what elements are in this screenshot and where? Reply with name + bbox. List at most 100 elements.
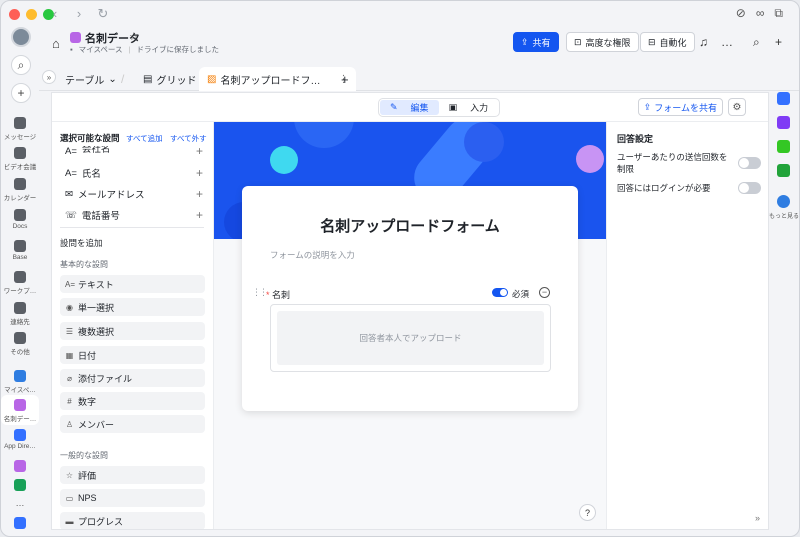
robot-icon: ⊟ — [648, 36, 656, 47]
app-icon — [14, 517, 26, 529]
share-form-button[interactable]: ⇪ フォームを共有 — [637, 98, 723, 116]
more-apps-icon[interactable] — [777, 195, 790, 208]
search-icon[interactable]: ⌕ — [753, 35, 760, 50]
sidebar-item-app-directory[interactable]: App Dire… — [1, 429, 39, 450]
plus-icon[interactable]: + — [196, 146, 203, 156]
refresh-icon[interactable]: ↻ — [95, 6, 111, 22]
add-text-question[interactable]: A= テキスト — [60, 275, 205, 293]
search-button[interactable]: ⌕ — [11, 55, 31, 75]
limit-submissions-switch[interactable] — [738, 157, 761, 169]
sidebar-item-pinned-3[interactable] — [1, 517, 39, 531]
sidebar-item-myspace[interactable]: マイスペ… — [1, 370, 39, 394]
divider — [60, 227, 204, 228]
divider: / — [121, 72, 125, 86]
main-area: ⌂ 名刺データ ☆ ▪ マイスペース | ドライブに保存しました ⇪ 共有 ⊡ 高度… — [39, 23, 799, 536]
view-tabs: テーブル ⌄ / ▤ グリッド ▨ 名刺アップロードフ… ⋮ + — [39, 67, 799, 91]
mode-switch: ✎ 編集 ▣ 入力 — [378, 98, 501, 117]
add-nps-question[interactable]: ▭ NPS — [60, 489, 205, 507]
sheets-app-icon[interactable] — [777, 164, 790, 177]
sidebar-item-base[interactable]: Base — [1, 240, 39, 261]
close-window-button[interactable] — [9, 9, 20, 20]
plus-icon[interactable]: + — [196, 166, 203, 180]
question-label[interactable]: * 名刺 — [266, 288, 290, 301]
more-options-icon[interactable]: … — [721, 35, 733, 49]
plus-icon[interactable]: + — [196, 208, 203, 222]
remove-question-icon[interactable]: − — [539, 287, 550, 298]
add-multi-select-question[interactable]: ☰ 複数選択 — [60, 322, 205, 340]
docs-app-icon[interactable] — [777, 140, 790, 153]
response-settings-panel: 回答設定 ユーザーあたりの送信回数を制限 回答にはログインが必要 » — [606, 122, 768, 529]
add-attachment-question[interactable]: ⌀ 添付ファイル — [60, 369, 205, 387]
sidebar-item-contacts[interactable]: 連絡先 — [1, 302, 39, 326]
back-icon[interactable]: ‹ — [47, 6, 63, 22]
home-icon[interactable]: ⌂ — [52, 36, 60, 51]
calendar-icon — [14, 178, 26, 190]
upload-field[interactable]: 回答者本人でアップロード — [270, 304, 551, 372]
add-all-link[interactable]: すべて追加 — [126, 133, 163, 144]
available-questions-title: 選択可能な設問 — [60, 133, 120, 143]
minimize-window-button[interactable] — [26, 9, 37, 20]
edit-mode-button[interactable]: ✎ 編集 — [380, 100, 439, 115]
form-icon: ▨ — [207, 73, 217, 85]
collapse-panel-icon[interactable]: » — [755, 513, 760, 523]
open-external-icon[interactable]: ⧉ — [774, 6, 783, 21]
sidebar-more-dots[interactable]: … — [1, 498, 39, 508]
field-email[interactable]: ✉ メールアドレス + — [65, 187, 203, 201]
add-number-question[interactable]: # 数字 — [60, 392, 205, 410]
field-company[interactable]: A= 会社名 + — [65, 146, 203, 156]
sidebar-item-messages[interactable]: メッセージ — [1, 117, 39, 141]
sidebar-item-more[interactable]: その他 — [1, 332, 39, 356]
sidebar-item-calendar[interactable]: カレンダー — [1, 178, 39, 202]
automation-button[interactable]: ⊟ 自動化 — [640, 32, 695, 52]
avatar[interactable] — [11, 27, 31, 47]
sidebar-item-pinned-1[interactable] — [1, 460, 39, 474]
add-member-question[interactable]: ♙ メンバー — [60, 415, 205, 433]
plus-icon[interactable]: + — [775, 35, 782, 49]
add-single-select-question[interactable]: ◉ 単一選択 — [60, 298, 205, 316]
remove-all-link[interactable]: すべて外す — [170, 133, 207, 144]
form-settings-button[interactable]: ⚙ — [728, 98, 746, 116]
bell-icon[interactable]: ♫ — [699, 35, 708, 49]
share-button[interactable]: ⇪ 共有 — [513, 32, 559, 52]
right-app-strip: もっと見る — [769, 83, 799, 536]
location-link[interactable]: マイスペース — [79, 44, 123, 55]
advanced-permissions-button[interactable]: ⊡ 高度な権限 — [566, 32, 639, 52]
compass-icon[interactable]: ⊘ — [736, 6, 746, 21]
required-toggle[interactable] — [492, 288, 508, 297]
window-top-tools: ⊘ ∞ ⧉ — [736, 6, 783, 21]
form-title[interactable]: 名刺アップロードフォーム — [242, 215, 578, 236]
add-rating-question[interactable]: ☆ 評価 — [60, 466, 205, 484]
add-view-button[interactable]: + — [341, 67, 349, 91]
paperclip-icon: ⌀ — [67, 373, 72, 383]
drag-handle-icon[interactable]: ⋮⋮ — [252, 287, 268, 298]
input-mode-button[interactable]: ▣ 入力 — [439, 100, 499, 115]
plus-icon[interactable]: + — [196, 187, 203, 201]
tab-grid[interactable]: ▤ グリッド — [143, 67, 196, 91]
share-icon: ⇪ — [643, 101, 652, 112]
field-name[interactable]: A= 氏名 + — [65, 166, 203, 180]
field-phone[interactable]: ☏ 電話番号 + — [65, 208, 203, 222]
tab-form[interactable]: ▨ 名刺アップロードフ… ⋮ — [199, 67, 357, 91]
add-progress-question[interactable]: ▬ プログレス — [60, 512, 205, 529]
form-description-input[interactable]: フォームの説明を入力 — [270, 249, 355, 261]
require-login-switch[interactable] — [738, 182, 761, 194]
more-apps-label[interactable]: もっと見る — [769, 211, 799, 220]
link-icon[interactable]: ∞ — [756, 6, 765, 21]
calendar-app-icon[interactable] — [777, 92, 790, 105]
add-date-question[interactable]: ▦ 日付 — [60, 346, 205, 364]
sidebar-item-docs[interactable]: Docs — [1, 209, 39, 230]
response-settings-title: 回答設定 — [617, 134, 654, 144]
star-icon[interactable]: ☆ — [129, 30, 139, 43]
sidebar-item-video[interactable]: ビデオ会議 — [1, 147, 39, 171]
sidebar-item-pinned-2[interactable] — [1, 479, 39, 493]
sidebar-item-workplace[interactable]: ワークプ… — [1, 271, 39, 295]
tab-table[interactable]: テーブル ⌄ — [65, 67, 117, 91]
sidebar-item-base-doc[interactable]: 名刺デー… — [1, 395, 39, 425]
forward-icon[interactable]: › — [71, 6, 87, 22]
app-icon — [14, 479, 26, 491]
help-button[interactable]: ? — [579, 504, 596, 521]
chat-icon — [14, 117, 26, 129]
breadcrumb: ▪ マイスペース | ドライブに保存しました — [70, 44, 219, 55]
create-button[interactable]: + — [11, 83, 31, 103]
tasks-app-icon[interactable] — [777, 116, 790, 129]
